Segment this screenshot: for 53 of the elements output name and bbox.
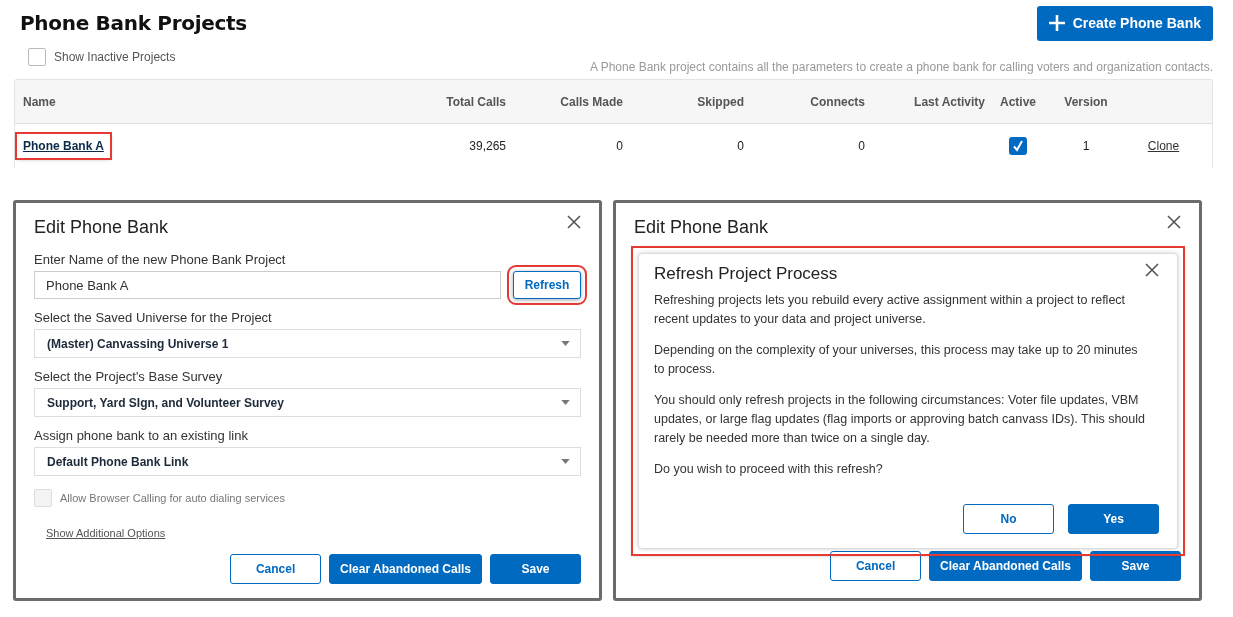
create-button[interactable]: Create Phone Bank [1036, 5, 1213, 41]
project-link[interactable]: Phone Bank A [17, 134, 110, 158]
column-header: Total Calls [445, 94, 506, 109]
caret-icon [561, 341, 570, 346]
clone-link[interactable]: Clone [1121, 139, 1206, 153]
action-button[interactable]: Save [490, 554, 581, 584]
cancel-button[interactable]: Cancel [830, 551, 922, 581]
close-icon[interactable] [1145, 263, 1159, 277]
action-button[interactable]: Clear Abandoned Calls [929, 551, 1082, 581]
dialog-title: Refresh Project Process [654, 264, 838, 284]
close-icon[interactable] [1167, 215, 1181, 229]
cancel-button[interactable]: No [963, 504, 1054, 534]
table-cell-text: 1 [1081, 139, 1091, 153]
dialog-text: Refreshing projects lets you rebuild every active assignment within a project to reflect recent updates to your data and project universe. [654, 292, 1127, 328]
active-checkbox[interactable] [1009, 137, 1027, 155]
table-cell-text: 0 [736, 139, 744, 153]
field-label: Assign phone bank to an existing link [34, 428, 249, 443]
dropdown[interactable]: Support, Yard SIgn, and Volunteer Survey [34, 388, 581, 417]
name-field[interactable]: Phone Bank A [34, 271, 501, 299]
additional-options-link[interactable]: Show Additional Options [46, 527, 166, 539]
column-header: Name [23, 94, 57, 109]
table-cell-text: 0 [857, 139, 865, 153]
plus-icon [1048, 15, 1065, 31]
column-header: Connects [809, 94, 865, 109]
description-text: A Phone Bank project contains all the parameters to create a phone bank for calling voters and organization contacts. [589, 60, 1213, 74]
checkbox-label: Show Inactive Projects [54, 50, 176, 64]
cancel-button[interactable]: Cancel [230, 554, 322, 584]
dropdown[interactable]: Default Phone Bank Link [34, 447, 581, 476]
page-title: Phone Bank Projects [20, 11, 247, 35]
field-label: Enter Name of the new Phone Bank Project [34, 252, 287, 267]
dialog-text: You should only refresh projects in the following circumstances: Voter file updates, VBM updates, or large flag updates (flag imports or approving batch canvass IDs). This should rarely be needed more than twice on a single day. [654, 392, 1146, 447]
table-cell-text: 39,265 [468, 139, 506, 153]
caret-icon [561, 459, 570, 464]
column-header: Active [999, 94, 1037, 109]
field-label: Select the Project's Base Survey [34, 369, 224, 384]
column-header: Last Activity [913, 94, 985, 109]
column-header: Skipped [696, 94, 744, 109]
action-button[interactable]: Save [1090, 551, 1181, 581]
close-icon[interactable] [567, 215, 581, 229]
action-button[interactable]: Clear Abandoned Calls [329, 554, 482, 584]
dialog-title: Edit Phone Bank [34, 217, 169, 238]
dialog-text: Do you wish to proceed with this refresh? [654, 461, 884, 478]
checkbox-label: Allow Browser Calling for auto dialing services [60, 492, 285, 504]
table-cell-text: 0 [615, 139, 623, 153]
caret-icon [561, 400, 570, 405]
dropdown[interactable]: (Master) Canvassing Universe 1 [34, 329, 581, 358]
dialog-text: Depending on the complexity of your universes, this process may take up to 20 minutes to process. [654, 342, 1139, 378]
field-label: Select the Saved Universe for the Project [34, 310, 273, 325]
column-header: Calls Made [559, 94, 623, 109]
action-button[interactable]: Yes [1068, 504, 1159, 534]
column-header: Version [1063, 94, 1109, 109]
checkbox[interactable] [28, 48, 46, 66]
dialog-title: Edit Phone Bank [634, 217, 769, 238]
